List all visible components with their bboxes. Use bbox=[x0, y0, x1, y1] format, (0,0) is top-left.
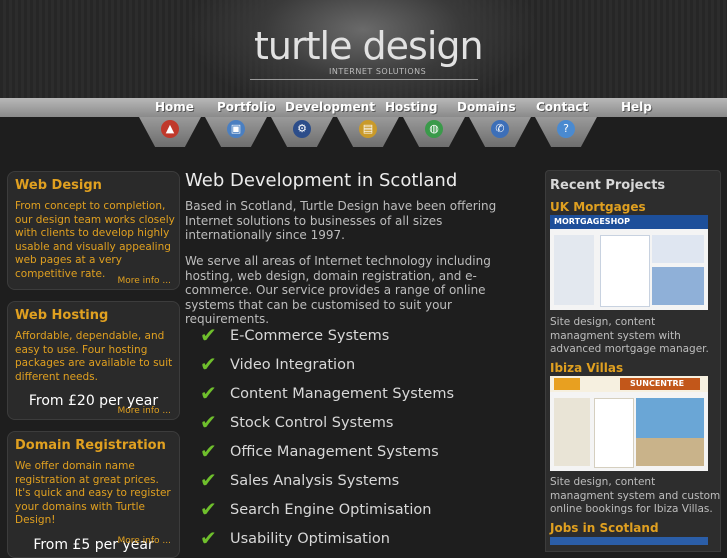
home-icon: ▲ bbox=[161, 120, 179, 138]
nav-help[interactable]: Help bbox=[621, 98, 652, 117]
web-design-more-link[interactable]: More info ... bbox=[118, 276, 172, 286]
checkmark-icon: ✔ bbox=[200, 323, 217, 347]
help-icon: ? bbox=[557, 120, 575, 138]
service-label: Video Integration bbox=[230, 357, 356, 373]
checkmark-icon: ✔ bbox=[200, 381, 217, 405]
project-desc-ibiza-villas: Site design, content managment system an… bbox=[550, 476, 721, 515]
nav-contact[interactable]: Contact bbox=[536, 98, 588, 117]
project-link-jobs-in-scotland[interactable]: Jobs in Scotland bbox=[550, 521, 659, 535]
checkmark-icon: ✔ bbox=[200, 439, 217, 463]
checkmark-icon: ✔ bbox=[200, 410, 217, 434]
page-title: Web Development in Scotland bbox=[185, 170, 458, 191]
checkmark-icon: ✔ bbox=[200, 526, 217, 550]
logo-divider bbox=[250, 79, 478, 80]
project-screenshot-jobs-in-scotland[interactable] bbox=[550, 537, 708, 545]
development-icon: ⚙ bbox=[293, 120, 311, 138]
web-hosting-box: Web Hosting Affordable, dependable, and … bbox=[7, 301, 180, 420]
service-label: E-Commerce Systems bbox=[230, 328, 390, 344]
web-hosting-title[interactable]: Web Hosting bbox=[15, 308, 108, 323]
project-desc-uk-mortgages: Site design, content managment system wi… bbox=[550, 316, 709, 355]
logo-tagline: INTERNET SOLUTIONS bbox=[329, 67, 427, 76]
services-paragraph: We serve all areas of Internet technolog… bbox=[185, 254, 491, 326]
domains-icon: ◍ bbox=[425, 120, 443, 138]
project-screenshot-uk-mortgages[interactable]: MORTGAGESHOP bbox=[550, 215, 708, 310]
service-label: Office Management Systems bbox=[230, 444, 439, 460]
project-link-uk-mortgages[interactable]: UK Mortgages bbox=[550, 200, 646, 214]
web-design-box: Web Design From concept to completion, o… bbox=[7, 171, 180, 290]
domain-registration-title[interactable]: Domain Registration bbox=[15, 438, 166, 453]
domain-registration-text: We offer domain name registration at gre… bbox=[15, 460, 171, 526]
site-logo[interactable]: turtle design bbox=[254, 24, 484, 68]
nav-home[interactable]: Home bbox=[155, 98, 194, 117]
recent-projects-title: Recent Projects bbox=[550, 178, 666, 193]
contact-icon: ✆ bbox=[491, 120, 509, 138]
hosting-icon: ▤ bbox=[359, 120, 377, 138]
project-link-ibiza-villas[interactable]: Ibiza Villas bbox=[550, 361, 623, 375]
nav-domains[interactable]: Domains bbox=[457, 98, 516, 117]
nav-hosting[interactable]: Hosting bbox=[385, 98, 437, 117]
domain-registration-box: Domain Registration We offer domain name… bbox=[7, 431, 180, 558]
screenshot-brand-text: MORTGAGESHOP bbox=[554, 217, 630, 226]
checkmark-icon: ✔ bbox=[200, 352, 217, 376]
checkmark-icon: ✔ bbox=[200, 468, 217, 492]
intro-paragraph: Based in Scotland, Turtle Design have be… bbox=[185, 199, 497, 242]
service-label: Stock Control Systems bbox=[230, 415, 394, 431]
nav-portfolio[interactable]: Portfolio bbox=[217, 98, 276, 117]
nav-development[interactable]: Development bbox=[285, 98, 375, 117]
web-hosting-text: Affordable, dependable, and easy to use.… bbox=[15, 330, 173, 383]
web-design-title[interactable]: Web Design bbox=[15, 178, 102, 193]
portfolio-icon: ▣ bbox=[227, 120, 245, 138]
service-label: Search Engine Optimisation bbox=[230, 502, 432, 518]
project-screenshot-ibiza-villas[interactable]: SUNCENTRE bbox=[550, 376, 708, 471]
web-hosting-more-link[interactable]: More info ... bbox=[118, 406, 172, 416]
screenshot-brand-text: SUNCENTRE bbox=[630, 379, 685, 388]
checkmark-icon: ✔ bbox=[200, 497, 217, 521]
service-label: Content Management Systems bbox=[230, 386, 455, 402]
service-label: Sales Analysis Systems bbox=[230, 473, 400, 489]
web-design-text: From concept to completion, our design t… bbox=[15, 200, 175, 280]
